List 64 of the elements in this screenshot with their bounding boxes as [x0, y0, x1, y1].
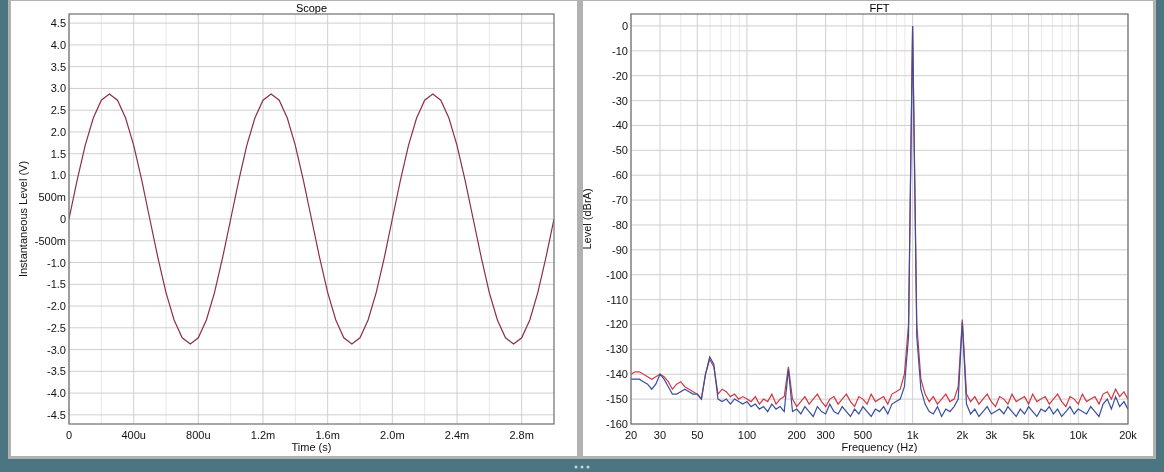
y-tick-label: -40 — [612, 119, 628, 132]
y-tick-label: -50 — [612, 144, 628, 157]
x-tick-label: 400u — [121, 429, 146, 441]
y-tick-label: -160 — [605, 418, 628, 430]
y-tick-label: -30 — [612, 94, 628, 107]
y-tick-label: 4.5 — [50, 17, 66, 30]
y-tick-label: -20 — [612, 69, 628, 82]
x-tick-label: 300 — [816, 429, 835, 441]
x-tick-label: 10k — [1069, 429, 1088, 441]
y-axis-title: Instantaneous Level (V) — [17, 160, 29, 278]
y-tick-label: 1.5 — [50, 147, 66, 160]
y-tick-label: -60 — [612, 169, 628, 182]
y-tick-label: -4.0 — [47, 387, 66, 400]
y-tick-label: -3.0 — [47, 343, 66, 356]
y-tick-label: 500m — [38, 191, 66, 204]
y-tick-label: -100 — [605, 268, 628, 281]
x-tick-label: 1.6m — [315, 429, 340, 441]
y-tick-label: -500m — [34, 234, 66, 247]
y-tick-label: 2.0 — [50, 125, 66, 138]
y-tick-label: -2.5 — [47, 321, 66, 334]
chart-title: Scope — [295, 2, 328, 14]
y-tick-label: -1.5 — [47, 278, 66, 291]
y-tick-label: -90 — [612, 243, 628, 256]
x-tick-label: 20k — [1119, 429, 1137, 441]
y-tick-label: -3.5 — [47, 365, 66, 378]
x-tick-label: 2.4m — [444, 429, 470, 441]
x-axis-title: Frequency (Hz) — [841, 441, 918, 453]
x-tick-label: 2k — [956, 429, 969, 441]
x-tick-label: 100 — [737, 429, 757, 441]
y-tick-label: -70 — [612, 194, 628, 207]
y-axis-title: Level (dBrA) — [583, 188, 593, 250]
x-tick-label: 1k — [906, 429, 919, 441]
y-tick-label: 2.5 — [50, 104, 66, 117]
y-tick-label: 4.0 — [50, 38, 66, 51]
x-tick-label: 5k — [1022, 429, 1035, 441]
y-tick-label: -120 — [605, 318, 628, 331]
y-tick-label: 1.0 — [50, 169, 66, 182]
grip-icon[interactable] — [574, 465, 590, 469]
x-tick-label: 30 — [653, 429, 667, 441]
y-tick-label: 3.0 — [50, 82, 66, 95]
y-tick-label: -4.5 — [47, 408, 66, 421]
y-tick-label: -80 — [612, 218, 628, 231]
y-tick-label: -2.0 — [47, 300, 66, 313]
x-tick-label: 2.8m — [509, 429, 534, 441]
x-tick-label: 800u — [186, 429, 211, 441]
chart-title: FFT — [869, 2, 890, 14]
x-tick-label: 200 — [787, 429, 806, 441]
x-tick-label: 0 — [65, 429, 73, 441]
y-tick-label: -10 — [612, 44, 628, 57]
y-tick-label: -130 — [605, 343, 628, 356]
x-tick-label: 2.0m — [380, 429, 405, 441]
y-tick-label: 0 — [59, 213, 66, 225]
y-tick-label: -110 — [606, 293, 628, 306]
x-tick-label: 50 — [691, 429, 704, 441]
x-tick-label: 20 — [624, 429, 638, 441]
x-axis-title: Time (s) — [291, 441, 332, 453]
y-tick-label: -150 — [605, 393, 628, 406]
y-tick-label: 0 — [621, 19, 628, 32]
x-tick-label: 1.2m — [250, 429, 276, 441]
y-tick-label: -140 — [605, 368, 628, 381]
y-tick-label: 3.5 — [50, 60, 66, 73]
x-tick-label: 500 — [853, 429, 873, 441]
x-tick-label: 3k — [985, 429, 998, 441]
y-tick-label: -1.0 — [47, 256, 66, 269]
